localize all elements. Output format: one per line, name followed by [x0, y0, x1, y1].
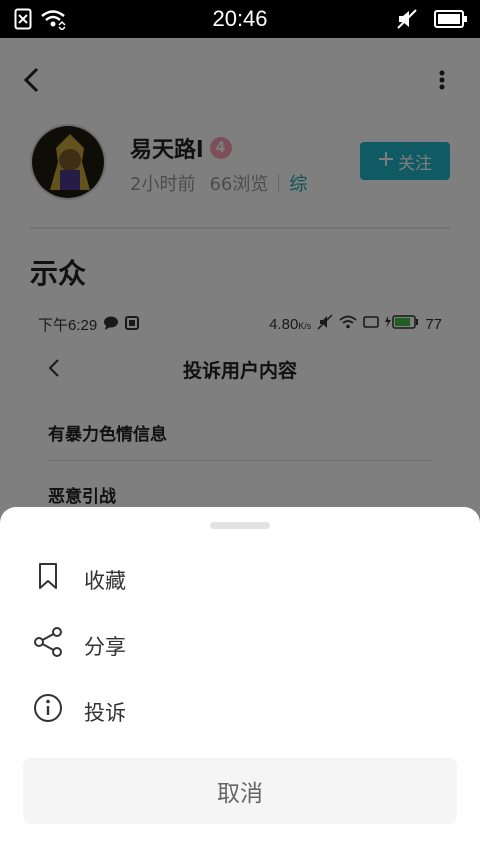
- favorite-action[interactable]: 收藏: [0, 547, 480, 607]
- action-sheet: 收藏 分享 投诉 取消: [0, 507, 480, 854]
- favorite-label: 收藏: [84, 569, 126, 593]
- bookmark-icon: [33, 561, 63, 591]
- report-label: 投诉: [84, 701, 126, 725]
- cancel-button[interactable]: 取消: [23, 758, 457, 824]
- battery-icon: [434, 9, 468, 33]
- mute-icon: [396, 8, 418, 34]
- share-label: 分享: [84, 635, 126, 659]
- status-bar: 20:46: [0, 0, 480, 38]
- share-action[interactable]: 分享: [0, 613, 480, 673]
- report-action[interactable]: 投诉: [0, 679, 480, 739]
- share-icon: [33, 627, 63, 657]
- sheet-handle[interactable]: [210, 522, 270, 529]
- info-icon: [33, 693, 63, 723]
